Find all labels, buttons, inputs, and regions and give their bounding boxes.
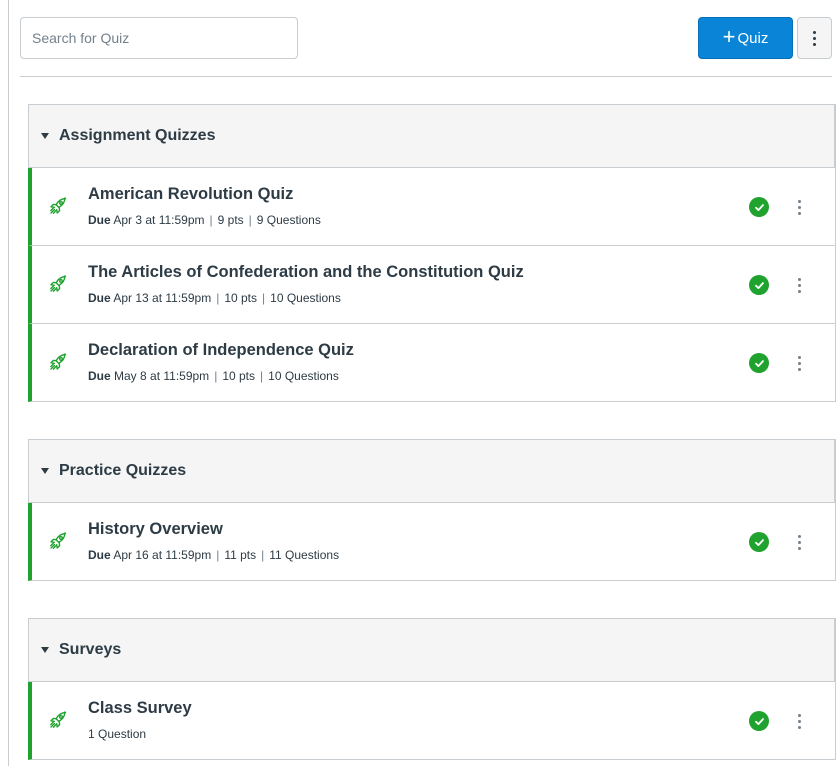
meta-separator: | [262,291,266,305]
quiz-meta: Due Apr 3 at 11:59pm | 9 pts | 9 Questions [88,213,321,227]
group-title: Assignment Quizzes [59,127,216,144]
search-input[interactable] [20,17,298,59]
due-label: Due [88,213,111,227]
quiz-meta: Due Apr 16 at 11:59pm | 11 pts | 11 Question… [88,548,339,562]
quiz-row: Declaration of Independence Quiz Due May … [28,324,835,402]
quiz-points: 10 pts [222,369,256,383]
due-date: Apr 16 at 11:59pm [113,548,212,562]
caret-down-icon [41,647,49,653]
published-check-icon[interactable] [749,275,769,295]
caret-down-icon [41,468,49,474]
due-date: Apr 3 at 11:59pm [113,213,205,227]
kebab-menu-icon [813,30,816,46]
meta-separator: | [260,369,264,383]
due-date: May 8 at 11:59pm [114,369,210,383]
plus-icon: + [722,24,736,49]
published-check-icon[interactable] [749,197,769,217]
quiz-meta: Due Apr 13 at 11:59pm | 10 pts | 10 Question… [88,291,341,305]
quiz-row-menu-button[interactable] [790,350,808,376]
caret-down-icon [41,133,49,139]
published-check-icon[interactable] [749,532,769,552]
rocket-icon [48,196,68,216]
published-check-icon[interactable] [749,353,769,373]
group-header[interactable]: Surveys [28,618,835,682]
rocket-icon [48,352,68,372]
quiz-title-link[interactable]: History Overview [88,520,223,539]
question-count: 9 Questions [256,213,321,227]
quiz-row-menu-button[interactable] [790,194,808,220]
quiz-group: Surveys Class Survey 1 Question [28,618,836,760]
quiz-title-link[interactable]: Declaration of Independence Quiz [88,341,354,360]
quiz-meta: 1 Question [88,727,146,741]
quiz-group: Practice Quizzes History Overview Due Apr … [28,439,836,581]
quiz-points: 11 pts [224,548,257,562]
quiz-row: Class Survey 1 Question [28,682,835,760]
toolbar-divider [20,76,832,77]
kebab-menu-icon [797,534,801,550]
quiz-title-link[interactable]: Class Survey [88,699,192,718]
quiz-points: 9 pts [217,213,244,227]
question-count: 10 Questions [268,369,339,383]
quiz-row-menu-button[interactable] [790,708,808,734]
group-header[interactable]: Practice Quizzes [28,439,835,503]
meta-separator: | [214,369,218,383]
quiz-group: Assignment Quizzes American Revolution Qu… [28,104,836,402]
kebab-menu-icon [797,199,801,215]
question-count: 11 Questions [269,548,340,562]
meta-separator: | [216,548,220,562]
published-check-icon[interactable] [749,711,769,731]
kebab-menu-icon [797,355,801,371]
quiz-options-button[interactable] [797,17,832,59]
quiz-title-link[interactable]: The Articles of Confederation and the Co… [88,263,524,282]
quiz-row-menu-button[interactable] [790,272,808,298]
rocket-icon [48,274,68,294]
quiz-title-link[interactable]: American Revolution Quiz [88,185,293,204]
quiz-row-menu-button[interactable] [790,529,808,555]
kebab-menu-icon [797,713,801,729]
due-label: Due [88,369,111,383]
quiz-row: American Revolution Quiz Due Apr 3 at 11:… [28,168,835,246]
quizzes-toolbar: + Quiz [20,17,832,63]
due-label: Due [88,291,111,305]
meta-separator: | [261,548,265,562]
quizzes-page: + Quiz Assignment Quizzes American Revolu… [0,0,838,766]
question-count: 1 Question [88,727,147,741]
rocket-icon [48,710,68,730]
kebab-menu-icon [797,277,801,293]
rocket-icon [48,531,68,551]
meta-separator: | [248,213,252,227]
meta-separator: | [216,291,220,305]
group-header[interactable]: Assignment Quizzes [28,104,835,168]
content-frame-border [8,0,9,766]
group-title: Surveys [59,641,122,658]
question-count: 10 Questions [270,291,341,305]
quiz-row: History Overview Due Apr 16 at 11:59pm | 11… [28,503,835,581]
due-label: Due [88,548,111,562]
group-title: Practice Quizzes [59,462,187,479]
meta-separator: | [209,213,213,227]
add-quiz-label: Quiz [737,29,769,47]
quiz-row: The Articles of Confederation and the Co… [28,246,835,324]
due-date: Apr 13 at 11:59pm [113,291,212,305]
add-quiz-button[interactable]: + Quiz [698,17,793,59]
quiz-points: 10 pts [224,291,258,305]
quiz-meta: Due May 8 at 11:59pm | 10 pts | 10 Questions [88,369,339,383]
